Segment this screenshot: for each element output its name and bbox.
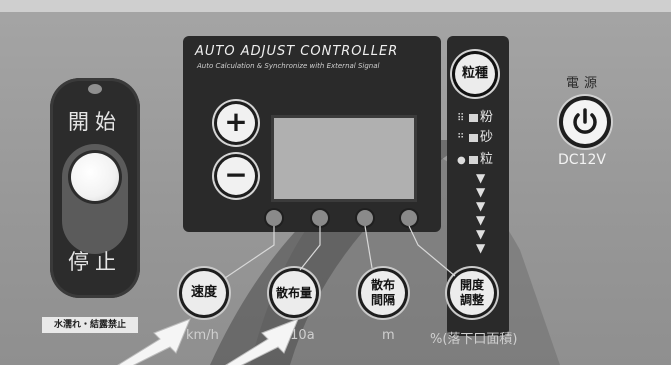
connector-lines: [224, 225, 456, 279]
pointer-arrow-icon: [225, 318, 299, 365]
pointer-arrow-icon: [117, 318, 191, 365]
